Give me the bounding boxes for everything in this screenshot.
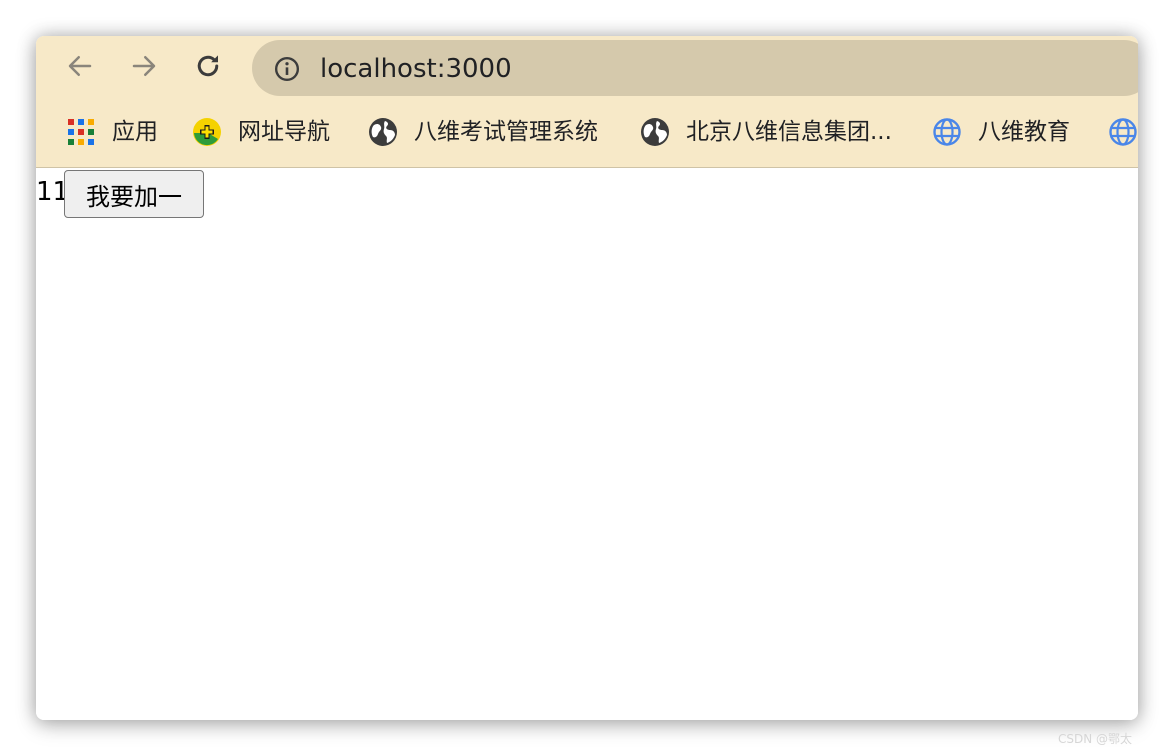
bookmark-overflow[interactable] [1108,114,1138,150]
navigation-plus-icon [193,118,221,146]
browser-toolbar: localhost:3000 [36,36,1138,100]
globe-outline-icon [933,118,961,146]
apps-grid-icon [68,119,94,145]
globe-outline-icon [1109,118,1137,146]
globe-icon [641,118,669,146]
bookmark-exam-system[interactable]: 八维考试管理系统 [368,114,598,150]
info-icon[interactable] [274,56,300,82]
increment-button[interactable]: 我要加一 [64,170,204,218]
browser-window: localhost:3000 应用 网址导航 八维考试管理系统 北京八维信息集团… [36,36,1138,720]
bookmark-label: 网址导航 [238,119,330,145]
reload-icon [197,55,219,77]
bookmarks-bar: 应用 网址导航 八维考试管理系统 北京八维信息集团... 八维教育 [36,100,1138,168]
bookmark-apps[interactable]: 应用 [66,114,158,150]
globe-icon [369,118,397,146]
bookmark-label: 八维考试管理系统 [414,119,598,145]
page-content: 11 我要加一 [36,168,1138,720]
url-text[interactable]: localhost:3000 [320,54,512,84]
bookmark-bawei-education[interactable]: 八维教育 [932,114,1070,150]
arrow-left-icon [68,56,92,76]
bookmark-label: 应用 [112,119,158,145]
bookmark-web-navigation[interactable]: 网址导航 [192,114,330,150]
back-button[interactable] [62,48,98,84]
bookmark-bawei-group[interactable]: 北京八维信息集团... [640,114,892,150]
reload-button[interactable] [190,48,226,84]
address-bar[interactable]: localhost:3000 [252,40,1138,96]
forward-button[interactable] [126,48,162,84]
bookmark-label: 北京八维信息集团... [686,119,892,145]
watermark: CSDN @鄂太 [1058,732,1133,746]
arrow-right-icon [132,56,156,76]
screenshot-stage: localhost:3000 应用 网址导航 八维考试管理系统 北京八维信息集团… [0,0,1174,756]
bookmark-label: 八维教育 [978,119,1070,145]
